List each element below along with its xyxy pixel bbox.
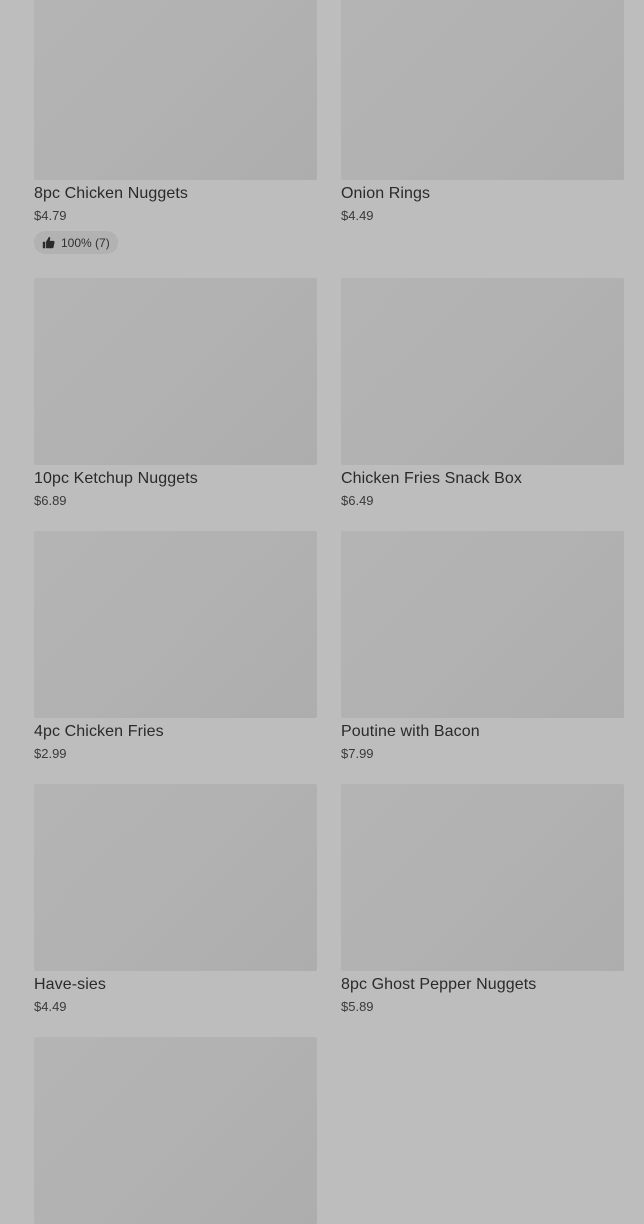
product-name: 10pc Ketchup Nuggets <box>34 470 198 487</box>
product-price: $7.99 <box>341 746 374 761</box>
product-name: 4pc Chicken Fries <box>34 723 164 740</box>
product-price: $4.49 <box>34 999 67 1014</box>
product-image[interactable] <box>34 1037 317 1224</box>
product-card[interactable]: 8pc Chicken Nuggets $4.79 100% (7) <box>34 0 317 254</box>
product-price: $6.49 <box>341 493 374 508</box>
product-image[interactable] <box>34 278 317 465</box>
product-image[interactable] <box>34 784 317 971</box>
product-card[interactable]: 8pc Ghost Pepper Nuggets $5.89 <box>341 784 624 1013</box>
product-name: 8pc Ghost Pepper Nuggets <box>341 976 537 993</box>
product-card[interactable]: 10pc Ketchup Nuggets $6.89 <box>34 278 317 507</box>
product-name: Chicken Fries Snack Box <box>341 470 523 487</box>
product-card[interactable]: Poutine with Bacon $7.99 <box>341 531 624 760</box>
product-image[interactable] <box>341 278 624 465</box>
product-image[interactable] <box>341 531 624 718</box>
rating-badge: 100% (7) <box>34 231 118 254</box>
product-price: $4.79 <box>34 208 67 223</box>
product-name: Onion Rings <box>341 185 431 202</box>
product-card[interactable] <box>34 1037 317 1224</box>
product-price: $5.89 <box>341 999 374 1014</box>
rating-text: 100% (7) <box>61 235 110 250</box>
product-name: 8pc Chicken Nuggets <box>34 185 188 202</box>
product-grid: 8pc Chicken Nuggets $4.79 100% (7) Onion… <box>34 0 624 1224</box>
product-card[interactable]: Onion Rings $4.49 <box>341 0 624 254</box>
thumbs-up-icon <box>42 236 55 249</box>
product-image[interactable] <box>341 0 624 180</box>
product-price: $2.99 <box>34 746 67 761</box>
product-card[interactable]: Have-sies $4.49 <box>34 784 317 1013</box>
product-image[interactable] <box>34 0 317 180</box>
product-card[interactable]: Chicken Fries Snack Box $6.49 <box>341 278 624 507</box>
product-price: $4.49 <box>341 208 374 223</box>
product-image[interactable] <box>341 784 624 971</box>
product-price: $6.89 <box>34 493 67 508</box>
product-name: Have-sies <box>34 976 107 993</box>
product-image[interactable] <box>34 531 317 718</box>
product-name: Poutine with Bacon <box>341 723 480 740</box>
product-card[interactable]: 4pc Chicken Fries $2.99 <box>34 531 317 760</box>
